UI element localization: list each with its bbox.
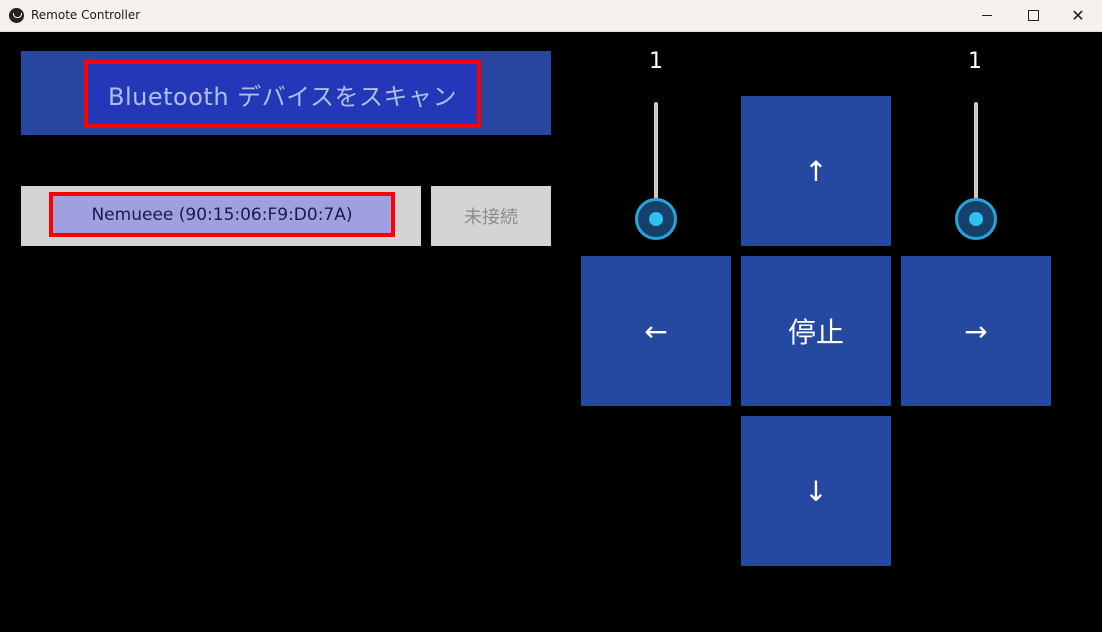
scan-panel: Bluetooth デバイスをスキャン	[21, 51, 551, 135]
right-slider-knob[interactable]	[955, 198, 997, 240]
connection-status-button[interactable]: 未接続	[431, 186, 551, 246]
device-panel: Nemueee (90:15:06:F9:D0:7A)	[21, 186, 421, 246]
left-slider-value: 1	[649, 49, 663, 74]
left-button[interactable]: ←	[581, 256, 731, 406]
scan-bluetooth-button[interactable]: Bluetooth デバイスをスキャン	[84, 60, 481, 128]
close-icon: ✕	[1071, 5, 1085, 25]
left-slider-knob[interactable]	[635, 198, 677, 240]
right-button[interactable]: →	[901, 256, 1051, 406]
up-button[interactable]: ↑	[741, 96, 891, 246]
app-content: Bluetooth デバイスをスキャン Nemueee (90:15:06:F9…	[1, 32, 1101, 630]
title-bar: Remote Controller ✕	[0, 0, 1102, 32]
maximize-icon	[1027, 10, 1039, 21]
down-button[interactable]: ↓	[741, 416, 891, 566]
maximize-button[interactable]	[1010, 0, 1056, 31]
close-button[interactable]: ✕	[1055, 0, 1101, 31]
device-select-button[interactable]: Nemueee (90:15:06:F9:D0:7A)	[49, 192, 395, 237]
window-title: Remote Controller	[31, 8, 141, 22]
app-logo-icon	[9, 8, 24, 23]
right-slider-value: 1	[968, 49, 982, 74]
minimize-icon	[982, 15, 992, 16]
minimize-button[interactable]	[964, 0, 1010, 31]
stop-button[interactable]: 停止	[741, 256, 891, 406]
